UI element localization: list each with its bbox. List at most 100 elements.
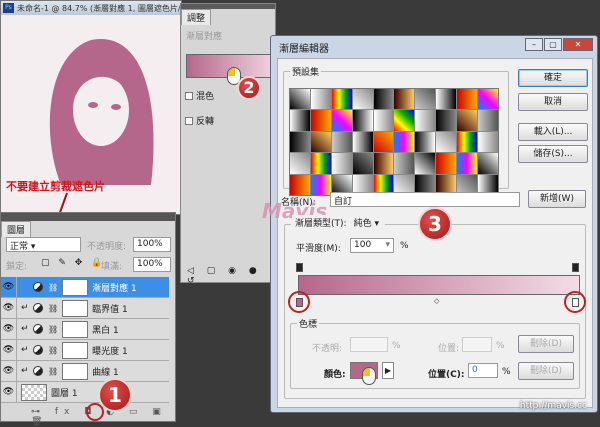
preset-swatch[interactable]: [478, 131, 498, 153]
preset-swatch[interactable]: [457, 89, 478, 110]
layer-row[interactable]: 👁 圖層 1: [1, 381, 169, 403]
preset-swatch[interactable]: [415, 153, 436, 174]
lock-icons[interactable]: ▢ ✎ ✥ 🔒: [41, 258, 105, 268]
preset-swatch[interactable]: [478, 110, 498, 131]
adjustment-layer-icon: [33, 366, 43, 376]
adjustment-title: 漸層對應: [186, 32, 223, 42]
stops-label: 色標: [299, 320, 318, 330]
preset-swatch[interactable]: [478, 89, 498, 110]
preset-swatch[interactable]: [290, 110, 310, 131]
preset-swatch[interactable]: [373, 131, 394, 153]
preset-swatch[interactable]: [373, 89, 394, 110]
color-menu-arrow-icon[interactable]: ▶: [382, 362, 394, 379]
new-button[interactable]: 新增(W): [528, 190, 586, 208]
preset-swatch[interactable]: [436, 153, 457, 174]
preset-swatch[interactable]: [290, 131, 310, 153]
preset-swatch[interactable]: [457, 110, 478, 131]
close-button[interactable]: ✕: [563, 38, 593, 51]
name-input[interactable]: 自訂: [330, 192, 520, 207]
layer-mask-thumbnail: [62, 278, 89, 296]
delete-opacity-stop-button[interactable]: 刪除(D): [518, 335, 574, 353]
visibility-eye-icon[interactable]: 👁: [1, 318, 17, 340]
layer-row[interactable]: 👁 ↵ ⛓ 黑白 1: [1, 318, 169, 340]
preset-swatch[interactable]: [331, 131, 352, 153]
maximize-button[interactable]: ▢: [544, 38, 562, 51]
opacity-stop-right[interactable]: [572, 263, 579, 272]
layer-row[interactable]: 👁 ↵ ⛓ 曝光度 1: [1, 339, 169, 361]
preset-swatch[interactable]: [352, 153, 373, 174]
smoothness-unit: %: [400, 241, 409, 251]
preset-swatch[interactable]: [290, 174, 310, 195]
preset-swatch[interactable]: [310, 89, 331, 110]
visibility-eye-icon[interactable]: 👁: [1, 381, 17, 403]
preset-swatch[interactable]: [478, 153, 498, 174]
visibility-eye-icon[interactable]: 👁: [1, 339, 17, 361]
gradient-editor-dialog: 漸層編輯器 – ▢ ✕ 預設集 確定 取消 載入(L)... 儲存(S)... 名稱…: [262, 35, 598, 413]
preset-swatch[interactable]: [394, 131, 415, 153]
midpoint-diamond[interactable]: ◇: [434, 297, 439, 305]
layer-row[interactable]: 👁 ↵ ⛓ 臨界值 1: [1, 297, 169, 319]
adjustment-layer-icon: [33, 282, 43, 292]
opacity-unit: %: [392, 341, 401, 351]
minimize-button[interactable]: –: [525, 38, 543, 51]
preset-swatch[interactable]: [436, 89, 457, 110]
preset-swatch[interactable]: [457, 153, 478, 174]
highlight-ring-right: [564, 291, 586, 313]
visibility-eye-icon[interactable]: 👁: [1, 276, 17, 298]
preset-swatch[interactable]: [352, 131, 373, 153]
stop-opacity-input[interactable]: [350, 337, 388, 352]
ok-button[interactable]: 確定: [518, 69, 588, 87]
opacity-input[interactable]: 100%: [133, 237, 171, 252]
preset-swatch[interactable]: [310, 110, 331, 131]
adjustment-layer-icon: [33, 303, 43, 313]
preset-swatch[interactable]: [331, 89, 352, 110]
adjustment-footer-icons[interactable]: ◁ ▢ ◉ ● ↺: [187, 266, 275, 286]
fill-input[interactable]: 100%: [133, 257, 171, 272]
location-c-label: 位置(C):: [428, 370, 465, 380]
visibility-eye-icon[interactable]: 👁: [1, 297, 17, 319]
type-select[interactable]: 純色 ▾: [350, 215, 382, 230]
blend-mode-select[interactable]: 正常 ▾: [6, 237, 81, 252]
opacity-stop-left[interactable]: [296, 263, 303, 272]
visibility-eye-icon[interactable]: 👁: [1, 360, 17, 382]
preset-grid[interactable]: [289, 88, 499, 196]
preset-swatch[interactable]: [310, 153, 331, 174]
preset-swatch[interactable]: [436, 131, 457, 153]
document-title: 未命名-1 @ 84.7% (漸層對應 1, 圖層遮色片/8) *: [1, 1, 181, 15]
preset-swatch[interactable]: [352, 89, 373, 110]
preset-swatch[interactable]: [373, 110, 394, 131]
preset-swatch[interactable]: [394, 110, 415, 131]
preset-swatch[interactable]: [331, 110, 352, 131]
layer-row[interactable]: 👁 ↵ ⛓ 曲線 1: [1, 360, 169, 382]
preset-swatch[interactable]: [352, 110, 373, 131]
load-button[interactable]: 載入(L)...: [518, 123, 588, 141]
preset-swatch[interactable]: [436, 110, 457, 131]
preset-swatch[interactable]: [415, 110, 436, 131]
preset-swatch[interactable]: [415, 89, 436, 110]
stop-location-input[interactable]: [462, 337, 492, 352]
preset-swatch[interactable]: [394, 89, 415, 110]
layer-row[interactable]: 👁 ⛓ 漸層對應 1: [1, 276, 169, 298]
smoothness-input[interactable]: 100 ▾: [350, 238, 394, 253]
save-button[interactable]: 儲存(S)...: [518, 145, 588, 163]
preset-swatch[interactable]: [310, 174, 331, 195]
preset-swatch[interactable]: [290, 89, 310, 110]
preset-swatch[interactable]: [290, 153, 310, 174]
tab-adjustments[interactable]: 調整: [181, 9, 212, 25]
dither-label: 混色: [196, 92, 215, 102]
preset-swatch[interactable]: [415, 131, 436, 153]
stop-location-c-input[interactable]: 0: [468, 363, 498, 378]
tab-layers[interactable]: 圖層: [1, 221, 32, 237]
gradient-bar[interactable]: [298, 275, 580, 295]
preset-swatch[interactable]: [310, 131, 331, 153]
layer-name: 黑白 1: [92, 325, 119, 336]
reverse-checkbox[interactable]: 反轉: [185, 114, 214, 127]
preset-swatch[interactable]: [394, 153, 415, 174]
preset-swatch[interactable]: [373, 153, 394, 174]
preset-swatch[interactable]: [457, 131, 478, 153]
preset-swatch[interactable]: [331, 153, 352, 174]
smoothness-value: 100: [354, 240, 372, 250]
dither-checkbox[interactable]: 混色: [185, 89, 214, 102]
cancel-button[interactable]: 取消: [518, 93, 588, 111]
delete-color-stop-button[interactable]: 刪除(D): [518, 362, 574, 380]
